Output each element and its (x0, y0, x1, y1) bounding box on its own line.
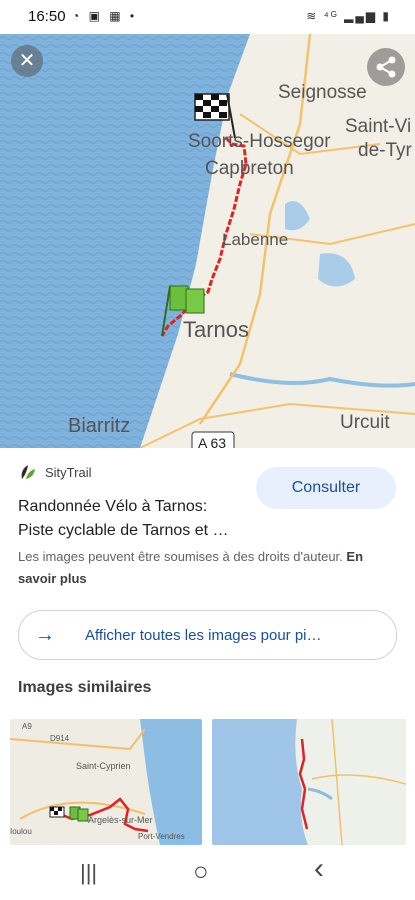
title-line-1: Randonnée Vélo à Tarnos: (18, 498, 208, 515)
notice-text: Les images peuvent être soumises à des d… (18, 549, 343, 564)
share-button[interactable] (367, 48, 405, 86)
map-svg: Seignosse Soorts-Hossegor Saint-Vi de-Ty… (0, 34, 415, 448)
source-row[interactable]: SityTrail (18, 462, 91, 482)
show-all-images-button[interactable]: → Afficher toutes les images pour pi… (18, 610, 397, 660)
svg-text:D914: D914 (50, 734, 70, 743)
consult-button[interactable]: Consulter (256, 467, 396, 509)
map-label: de-Tyr (358, 140, 413, 161)
arrow-right-icon: → (35, 623, 55, 646)
map-label: Urcuit (340, 412, 390, 433)
map-label: Capbreton (205, 158, 294, 179)
svg-text:Argelès-sur-Mer: Argelès-sur-Mer (88, 815, 153, 825)
thumb-map-svg: A9 D914 Saint-Cyprien Argelès-sur-Mer Po… (10, 719, 202, 845)
thumb-map-svg (212, 719, 406, 845)
svg-text:A9: A9 (22, 722, 32, 731)
status-bar: 16:50 ◔ ▣ ▦ • ≋ ⁴ᴳ ▂▄▆ ▮ (0, 0, 415, 34)
sitytrail-logo-icon (21, 465, 35, 479)
map-label: Tarnos (183, 317, 249, 342)
highway-shield: A 63 (191, 431, 235, 448)
share-icon (376, 56, 396, 78)
back-button[interactable]: ‹ (314, 852, 324, 886)
android-nav-bar: ||| ○ ‹ (0, 846, 415, 900)
similar-image-1[interactable]: A9 D914 Saint-Cyprien Argelès-sur-Mer Po… (10, 719, 202, 845)
svg-text:Port-Vendres: Port-Vendres (138, 832, 185, 841)
hero-map-image[interactable]: Seignosse Soorts-Hossegor Saint-Vi de-Ty… (0, 34, 415, 448)
close-button[interactable]: ✕ (11, 45, 43, 77)
map-label: Biarritz (68, 415, 130, 437)
similar-images-heading: Images similaires (18, 679, 152, 696)
svg-text:Saint-Cyprien: Saint-Cyprien (76, 761, 131, 771)
show-all-images-label: Afficher toutes les images pour pi… (85, 626, 322, 644)
copyright-notice: Les images peuvent être soumises à des d… (18, 546, 398, 590)
map-label: Saint-Vi (345, 116, 411, 137)
home-button[interactable]: ○ (193, 856, 209, 887)
status-time: 16:50 (28, 8, 66, 25)
title-line-2: Piste cyclable de Tarnos et … (18, 522, 229, 539)
result-title[interactable]: Randonnée Vélo à Tarnos: Piste cyclable … (18, 495, 258, 543)
map-label: Seignosse (278, 82, 367, 103)
svg-text:Ioulou: Ioulou (10, 827, 32, 836)
close-icon: ✕ (18, 50, 36, 72)
similar-image-2[interactable] (212, 719, 406, 845)
svg-text:A 63: A 63 (198, 435, 226, 448)
recent-apps-button[interactable]: ||| (80, 860, 97, 886)
map-label: Labenne (222, 230, 288, 249)
notification-icons: ◔ ▣ ▦ • (72, 9, 138, 23)
map-label: Soorts-Hossegor (188, 131, 331, 152)
source-name: SityTrail (45, 464, 92, 480)
system-icons: ≋ ⁴ᴳ ▂▄▆ ▮ (306, 9, 391, 23)
